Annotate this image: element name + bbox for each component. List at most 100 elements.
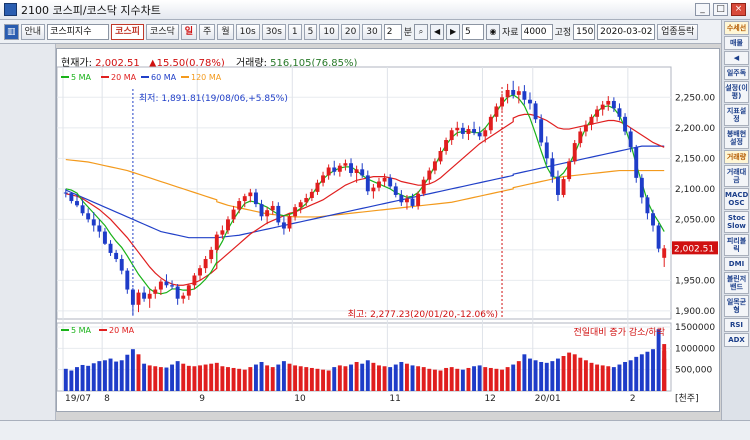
count-input[interactable]: 2 <box>383 23 402 40</box>
panel-item-trading-value[interactable]: 거래대금 <box>724 165 749 187</box>
panel-item-stochastic[interactable]: Stoc Slow <box>724 211 749 233</box>
maximize-button[interactable]: □ <box>713 3 728 16</box>
volume-bar <box>595 364 600 391</box>
period-1-button[interactable]: 1 <box>287 23 302 40</box>
data-count-select[interactable]: 4000 <box>520 23 553 40</box>
volume-tick-label-right: 500,000 <box>675 366 712 376</box>
panel-item-ma-settings[interactable]: 설정(이평) <box>724 81 749 103</box>
volume-bar <box>382 366 387 391</box>
panel-item-ichimoku[interactable]: 일목균형 <box>724 295 749 317</box>
volume-bar <box>175 361 180 391</box>
low-annotation: 최저: 1,891.81(19/08/06,+5.85%) <box>139 93 288 104</box>
candle-body <box>114 252 119 260</box>
volume-bar <box>511 364 516 391</box>
tab-kosdaq[interactable]: 코스닥 <box>145 23 179 40</box>
period-5-button[interactable]: 5 <box>303 23 318 40</box>
candle-body <box>309 191 314 198</box>
candle-body <box>192 275 197 286</box>
candle-body <box>293 207 298 217</box>
volume-bar <box>404 363 409 391</box>
index-name-field[interactable]: 코스피지수 <box>47 23 110 40</box>
volume-bar <box>265 365 270 391</box>
volume-bar <box>416 366 421 391</box>
volume-bar <box>656 329 661 391</box>
panel-item-candle-settings[interactable]: 봉배현설정 <box>724 127 749 149</box>
sector-updown-button[interactable]: 업종등락 <box>657 23 699 40</box>
candle-body <box>170 285 175 287</box>
panel-item-collapse[interactable]: ◀ <box>724 51 749 65</box>
panel-item-period[interactable]: 일주독 <box>724 66 749 80</box>
candle-body <box>399 194 404 203</box>
candle-body <box>253 192 258 205</box>
minimize-button[interactable]: _ <box>695 3 710 16</box>
candle-body <box>539 119 544 143</box>
volume-bar <box>270 367 275 391</box>
prev-icon[interactable]: ◀ <box>430 23 445 40</box>
panel-item-volume-profile[interactable]: 매물 <box>724 36 749 50</box>
price-chart-svg[interactable]: 1,900.001,900.001,950.001,950.002,000.00… <box>57 49 719 411</box>
info-button[interactable]: 안내 <box>20 23 46 40</box>
panel-item-dmi[interactable]: DMI <box>724 257 749 271</box>
chart-area[interactable]: 현재가: 2,002.51 ▲15.50(0.78%) 거래량: 516,105… <box>56 48 720 412</box>
candle-body <box>63 192 68 194</box>
candle-body <box>522 91 527 100</box>
volume-bar <box>142 363 147 391</box>
period-30s-button[interactable]: 30s <box>261 23 286 40</box>
panel-item-adx[interactable]: ADX <box>724 333 749 347</box>
period-20-button[interactable]: 20 <box>340 23 361 40</box>
volume-bar <box>528 358 532 391</box>
candle-body <box>477 132 482 137</box>
close-button[interactable]: × <box>731 3 746 16</box>
candle-body <box>164 281 169 286</box>
tab-kospi[interactable]: 코스피 <box>111 23 144 40</box>
data-radio[interactable]: ◉ <box>486 23 501 40</box>
period-10-button[interactable]: 10 <box>319 23 339 40</box>
data-label: 자료 <box>502 28 519 38</box>
candle-body <box>198 268 202 276</box>
candle-body <box>611 100 616 109</box>
span-input[interactable]: 5 <box>462 23 485 40</box>
candle-body <box>404 198 409 203</box>
volume-bar <box>488 367 493 391</box>
panel-item-bollinger[interactable]: 볼린저밴드 <box>724 272 749 294</box>
panel-item-parabolic[interactable]: 피리볼릭 <box>724 234 749 256</box>
volume-bar <box>438 370 443 391</box>
chart-type-icon[interactable]: ▥ <box>4 23 19 40</box>
fixed-count-input[interactable]: 150 <box>573 23 596 40</box>
volume-bar <box>203 364 208 391</box>
volume-bar <box>651 349 655 391</box>
volume-bar <box>125 354 130 391</box>
panel-item-indicator-settings[interactable]: 지표설정 <box>724 104 749 126</box>
count-unit: 분 <box>403 28 413 38</box>
date-select[interactable]: 2020-03-02 <box>597 23 656 40</box>
panel-item-volume[interactable]: 거래량 <box>724 150 749 164</box>
volume-bar <box>477 365 482 391</box>
volume-bar <box>91 363 96 391</box>
candle-body <box>332 167 337 172</box>
candle-body <box>483 130 488 137</box>
volume-bar <box>572 354 577 391</box>
volume-bar <box>623 361 628 391</box>
period-week-button[interactable]: 주 <box>199 23 216 40</box>
period-day-button[interactable]: 일 <box>180 23 198 40</box>
panel-item-rsi[interactable]: RSI <box>724 318 749 332</box>
price-tick-label-right: 1,950.00 <box>675 276 715 286</box>
volume-bar <box>220 366 225 391</box>
search-icon[interactable]: ⌕ <box>414 23 429 40</box>
volume-bar <box>628 360 633 391</box>
candle-body <box>500 97 504 107</box>
next-icon[interactable]: ▶ <box>446 23 461 40</box>
period-month-button[interactable]: 월 <box>217 23 234 40</box>
panel-item-trend-line[interactable]: 수세선 <box>724 21 749 35</box>
volume-bar <box>226 367 230 391</box>
volume-bar <box>472 366 477 391</box>
candle-body <box>203 259 208 269</box>
period-10s-button[interactable]: 10s <box>235 23 260 40</box>
candle-body <box>639 177 644 198</box>
candle-body <box>102 231 107 244</box>
panel-item-macd[interactable]: MACD OSC <box>724 188 749 210</box>
period-30-button[interactable]: 30 <box>362 23 382 40</box>
volume-bar <box>75 367 79 391</box>
volume-bar <box>147 365 152 391</box>
x-tick-label: 19/07 <box>65 394 91 404</box>
